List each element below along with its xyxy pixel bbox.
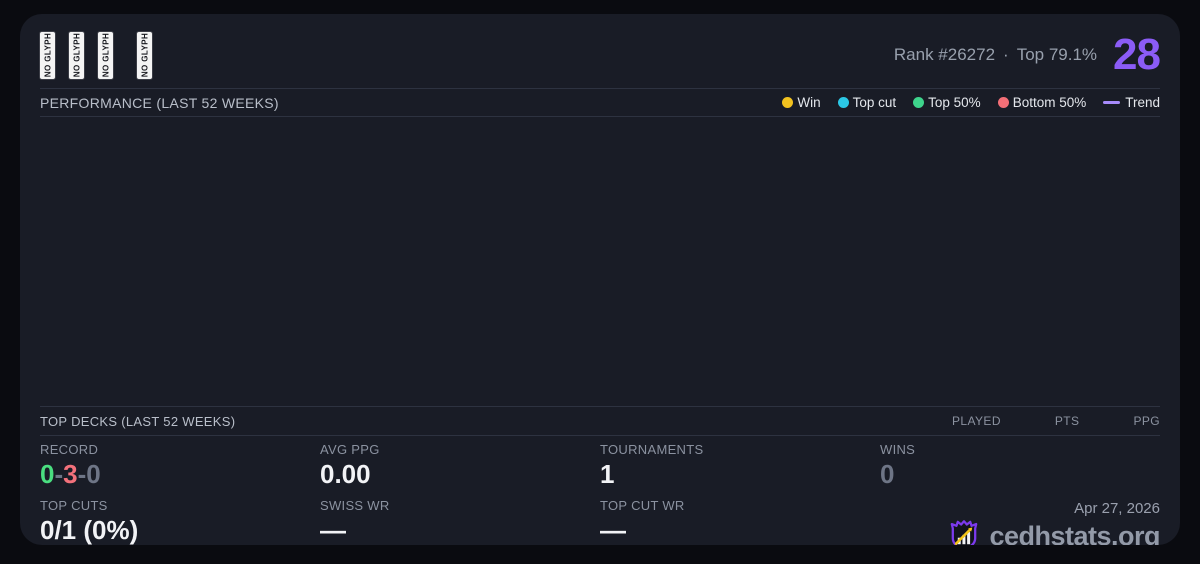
legend-item-trend: Trend	[1103, 95, 1160, 110]
stat-label: TOP CUT WR	[600, 498, 685, 513]
stat-label: RECORD	[40, 442, 99, 457]
stat-label: SWISS WR	[320, 498, 390, 513]
no-glyph-placeholder-icon: NO GLYPH	[137, 31, 152, 79]
rank-number: Rank #26272	[893, 45, 996, 64]
legend-label: Top cut	[852, 95, 897, 110]
record-separator: -	[77, 459, 87, 489]
card-header: NO GLYPH NO GLYPH NO GLYPH NO GLYPH Rank…	[40, 14, 1161, 88]
no-glyph-label: NO GLYPH	[72, 32, 81, 78]
no-glyph-label: NO GLYPH	[140, 32, 149, 78]
column-header-played: PLAYED	[952, 414, 1001, 428]
stat-top-cuts: TOP CUTS 0/1 (0%)	[40, 498, 320, 545]
record-draws: 0	[86, 459, 101, 489]
stat-label: TOP CUTS	[40, 498, 108, 513]
no-glyph-placeholder-icon: NO GLYPH	[69, 31, 84, 79]
stat-label: WINS	[880, 442, 916, 457]
stats-card: NO GLYPH NO GLYPH NO GLYPH NO GLYPH Rank…	[20, 14, 1180, 545]
legend-item-win: Win	[782, 95, 821, 110]
dot-separator: ·	[1003, 45, 1009, 64]
top-cuts-value: 0/1 (0%)	[40, 515, 139, 545]
footer: Apr 27, 2026 cedhstats.org	[880, 498, 1160, 545]
score-value: 28	[1113, 30, 1161, 79]
top-percent: Top 79.1%	[1016, 45, 1098, 64]
top-cut-wr-value: —	[600, 515, 626, 545]
stat-label: AVG PPG	[320, 442, 380, 457]
stat-swiss-wr: SWISS WR —	[320, 498, 600, 545]
record-separator: -	[54, 459, 64, 489]
stat-avg-ppg: AVG PPG 0.00	[320, 442, 600, 498]
brand-row: cedhstats.org	[947, 519, 1160, 545]
bottom50-dot-icon	[997, 97, 1009, 108]
shield-chart-arrow-icon	[951, 520, 978, 545]
column-header-pts: PTS	[1054, 414, 1080, 428]
trend-line-icon	[1103, 101, 1121, 104]
performance-title: PERFORMANCE (LAST 52 WEEKS)	[40, 94, 279, 111]
chart-legend: Win Top cut Top 50% Bottom 50% Trend	[782, 95, 1160, 110]
record-value: 0-3-0	[40, 460, 320, 489]
top50-dot-icon	[913, 97, 925, 108]
rank-area: Rank #26272 · Top 79.1% 28	[894, 30, 1161, 79]
stat-wins: WINS 0	[880, 442, 1160, 498]
stat-label: TOURNAMENTS	[600, 442, 704, 457]
record-losses: 3	[63, 459, 78, 489]
brand-name: cedhstats.org	[989, 520, 1160, 546]
legend-label: Win	[797, 95, 821, 110]
performance-chart	[40, 117, 1160, 406]
legend-item-top-cut: Top cut	[837, 95, 897, 110]
legend-item-top50: Top 50%	[913, 95, 981, 110]
no-glyph-label: NO GLYPH	[43, 32, 52, 78]
no-glyph-placeholder-icon: NO GLYPH	[98, 31, 113, 79]
tournaments-value: 1	[600, 459, 615, 489]
no-glyph-label: NO GLYPH	[101, 32, 110, 78]
no-glyph-placeholder-icon: NO GLYPH	[40, 31, 55, 79]
record-wins: 0	[40, 459, 55, 489]
stats-grid: RECORD 0-3-0 AVG PPG 0.00 TOURNAMENTS 1 …	[40, 436, 1160, 545]
stat-tournaments: TOURNAMENTS 1	[600, 442, 880, 498]
swiss-wr-value: —	[320, 515, 346, 545]
stat-top-cut-wr: TOP CUT WR —	[600, 498, 880, 545]
legend-item-bottom50: Bottom 50%	[997, 95, 1087, 110]
column-header-ppg: PPG	[1133, 414, 1160, 428]
top-cut-dot-icon	[837, 97, 849, 108]
deck-color-glyphs: NO GLYPH NO GLYPH NO GLYPH NO GLYPH	[40, 31, 166, 79]
top-decks-columns: PLAYED PTS PPG	[952, 414, 1160, 428]
top-decks-header: TOP DECKS (LAST 52 WEEKS) PLAYED PTS PPG	[40, 407, 1160, 435]
footer-date: Apr 27, 2026	[1074, 500, 1160, 517]
legend-label: Bottom 50%	[1012, 95, 1087, 110]
stat-record: RECORD 0-3-0	[40, 442, 320, 498]
wins-value: 0	[880, 459, 895, 489]
rank-text: Rank #26272 · Top 79.1%	[894, 45, 1097, 65]
top-decks-title: TOP DECKS (LAST 52 WEEKS)	[40, 413, 236, 429]
legend-label: Trend	[1125, 95, 1160, 110]
legend-label: Top 50%	[928, 95, 981, 110]
win-dot-icon	[782, 97, 794, 108]
avg-ppg-value: 0.00	[320, 459, 371, 489]
performance-header: PERFORMANCE (LAST 52 WEEKS) Win Top cut …	[40, 89, 1160, 116]
